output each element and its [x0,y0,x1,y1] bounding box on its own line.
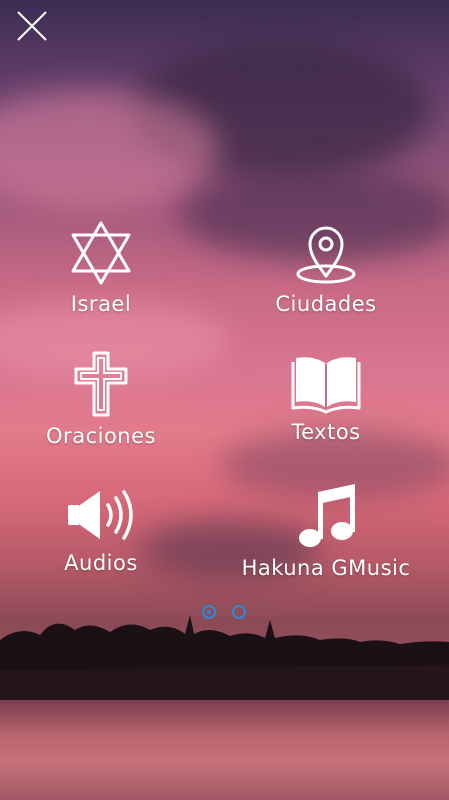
page-dot-1[interactable] [202,605,216,619]
menu-item-ciudades[interactable]: Ciudades [226,220,426,316]
menu-item-hakuna-gmusic[interactable]: Hakuna GMusic [226,482,426,580]
page-dot-2[interactable] [232,605,246,619]
star-of-david-icon [71,221,131,285]
water-reflection [0,700,449,800]
tree-silhouette [0,615,449,705]
music-note-icon [299,484,355,547]
open-book-icon [291,357,361,414]
cross-icon [74,351,128,417]
close-button[interactable] [14,8,50,44]
menu-item-label: Hakuna GMusic [241,556,411,580]
map-pin-icon [296,226,356,284]
menu-item-textos[interactable]: Textos [226,352,426,444]
menu-item-label: Audios [64,551,138,575]
menu-item-oraciones[interactable]: Oraciones [1,350,201,448]
menu-item-israel[interactable]: Israel [1,220,201,316]
menu-item-label: Textos [291,420,361,444]
speaker-icon [68,490,133,540]
menu-screen: Israel Ciudades Oraciones Textos Audios … [0,0,449,800]
menu-item-label: Oraciones [46,424,156,448]
page-indicator [199,605,251,623]
menu-item-label: Israel [70,292,132,316]
close-icon [17,11,47,41]
menu-item-audios[interactable]: Audios [1,485,201,575]
menu-item-label: Ciudades [275,292,377,316]
